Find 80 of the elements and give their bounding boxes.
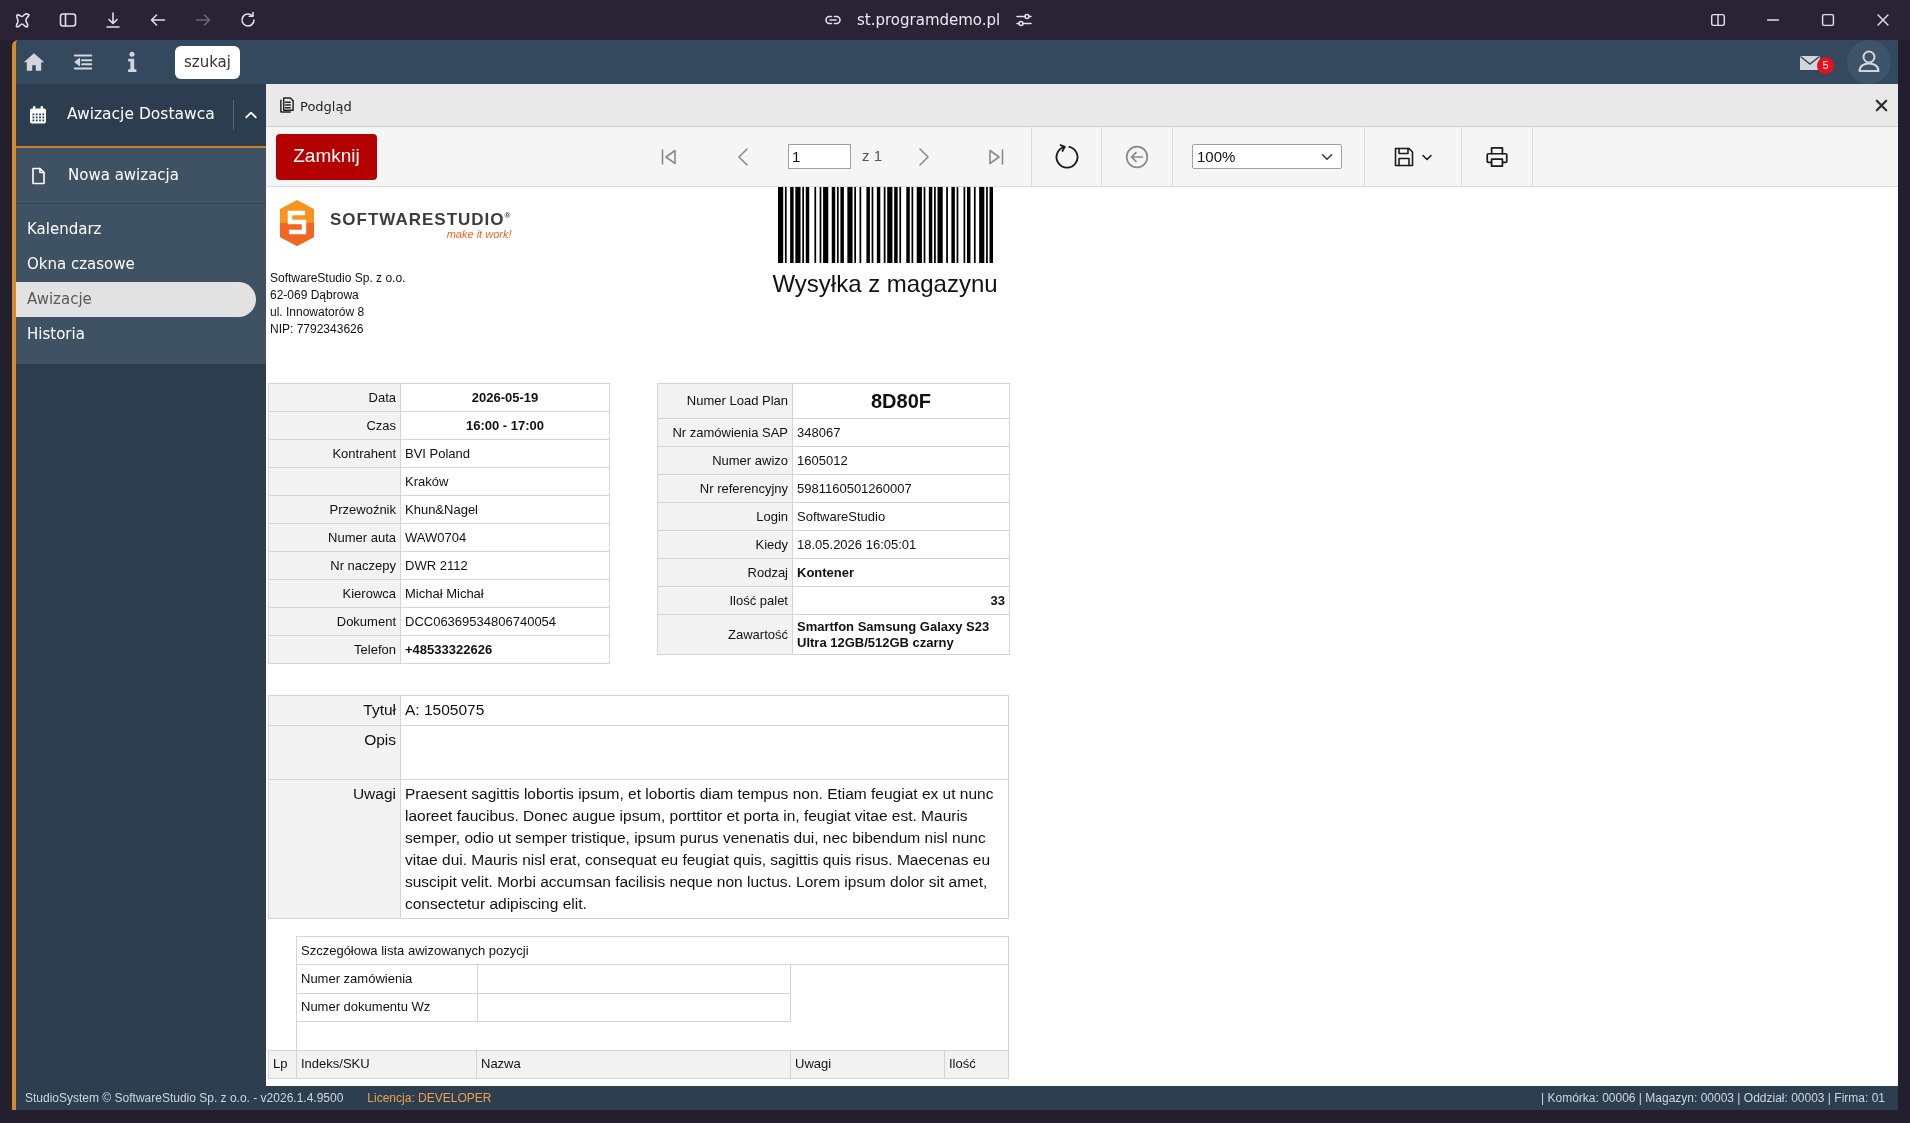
sidebar-item[interactable]: Historia xyxy=(16,317,256,352)
sidebar-item[interactable]: Okna czasowe xyxy=(16,247,256,282)
field-value: DCC06369534806740054 xyxy=(400,607,610,636)
close-icon[interactable] xyxy=(1874,97,1889,113)
address-line: SoftwareStudio Sp. z o.o. xyxy=(270,270,407,287)
calendar-icon xyxy=(28,105,48,125)
field-label: Numer zamówienia xyxy=(297,965,477,993)
field-value: Kraków xyxy=(400,467,610,496)
field-label: Numer auta xyxy=(268,523,401,552)
sidebar-item[interactable]: Kalendarz xyxy=(16,212,256,247)
field-label: Telefon xyxy=(268,635,401,664)
field-label: Opis xyxy=(268,725,401,780)
logo-tagline: make it work! xyxy=(445,228,512,242)
address-line: NIP: 7792343626 xyxy=(270,321,365,338)
section-title: Szczegółowa lista awizowanych pozycji xyxy=(297,937,1008,965)
field-value: Michał Michał xyxy=(400,579,610,608)
field-label: Kiedy xyxy=(657,530,793,559)
sidebar-toggle-icon[interactable] xyxy=(57,10,78,30)
field-label: Zawartość xyxy=(657,614,793,655)
field-label: Rodzaj xyxy=(657,558,793,587)
copyright-text: StudioSystem © SoftwareStudio Sp. z o.o. - v2026.1.4.9500 xyxy=(25,1090,344,1107)
field-value: DWR 2112 xyxy=(400,551,610,580)
field-label: Nr zamówienia SAP xyxy=(657,418,793,447)
field-label: Nr referencyjny xyxy=(657,474,793,503)
column-header: Ilość xyxy=(944,1050,1009,1078)
field-value: Khun&Nagel xyxy=(400,495,610,524)
close-button[interactable]: Zamknij xyxy=(276,133,377,180)
field-value: BVI Poland xyxy=(400,439,610,468)
pages-icon xyxy=(279,96,295,114)
field-value: A: 1505075 xyxy=(400,695,1009,726)
address-text[interactable]: st.programdemo.pl xyxy=(857,8,1001,32)
field-label: Uwagi xyxy=(268,779,401,919)
field-value: 18.05.2026 16:05:01 xyxy=(792,530,1010,559)
column-header: Uwagi xyxy=(790,1050,945,1078)
field-label: Dokument xyxy=(268,607,401,636)
field-value: 33 xyxy=(792,586,1010,615)
field-label: Czas xyxy=(268,411,401,440)
address-line: ul. Innowatorów 8 xyxy=(270,304,366,321)
document-title: Wysyłka z magazynu xyxy=(772,270,998,299)
field-label: Data xyxy=(268,383,401,412)
user-avatar-icon[interactable] xyxy=(1847,40,1891,84)
field-value: +48533322626 xyxy=(400,635,610,664)
notification-badge: 5 xyxy=(1817,57,1834,74)
field-value: 2026-05-19 xyxy=(400,383,610,412)
field-value: 8D80F xyxy=(792,383,1010,419)
field-value: Praesent sagittis lobortis ipsum, et lobortis diam tempus non. Etiam feugiat ex ut nunc laoreet faucibus. Donec augue ipsum, porttitor et porta in, feugiat vitae est. Mauris semper, odio ut semper tristique, ipsum purus venenatis dui, nec bibendum nisl nunc vitae dui. Mauris nisl erat, consequat eu feugiat quis, sagittis quis risus. Maecenas eu suscipit velit. Morbi accumsan facilisis neque non luctus. Lorem ipsum dolor sit amet, consectetur adipiscing elit. xyxy=(400,779,1009,919)
field-label: Tytuł xyxy=(268,695,401,726)
field-label: Numer awizo xyxy=(657,446,793,475)
field-value: SoftwareStudio xyxy=(792,502,1010,531)
field-label: Numer dokumentu Wz xyxy=(297,993,477,1021)
field-value: 5981160501260007 xyxy=(792,474,1010,503)
address-line: 62-069 Dąbrowa xyxy=(270,287,360,304)
field-value: Kontener xyxy=(792,558,1010,587)
field-value: WAW0704 xyxy=(400,523,610,552)
page-count: z 1 xyxy=(862,146,882,167)
field-label: Numer Load Plan xyxy=(657,383,793,419)
logo-text: SOFTWARESTUDIO$^{®}$ xyxy=(330,211,512,228)
zoom-select[interactable]: 100% xyxy=(1192,144,1342,169)
field-label: Przewoźnik xyxy=(268,495,401,524)
column-header: Lp xyxy=(268,1050,297,1078)
field-label: Kontrahent xyxy=(268,439,401,468)
module-title[interactable]: Awizacje Dostawca xyxy=(67,103,215,127)
location-info: | Komórka: 00006 | Magazyn: 00003 | Oddział: 00003 | Firma: 01 xyxy=(1541,1090,1885,1107)
column-header: Nazwa xyxy=(476,1050,791,1078)
split-view-icon[interactable] xyxy=(1708,11,1727,29)
field-value: 1605012 xyxy=(792,446,1010,475)
panel-title: Podgląd xyxy=(300,98,352,117)
logo-icon xyxy=(280,200,314,246)
field-value: Smartfon Samsung Galaxy S23 Ultra 12GB/512GB czarny xyxy=(792,614,1010,655)
field-value: 348067 xyxy=(792,418,1010,447)
field-label: Kierowca xyxy=(268,579,401,608)
search-button[interactable]: szukaj xyxy=(175,45,240,79)
license-text: Licencja: DEVELOPER xyxy=(367,1090,492,1107)
field-value: 16:00 - 17:00 xyxy=(400,411,610,440)
column-header: Indeks/SKU xyxy=(296,1050,477,1078)
field-label: Login xyxy=(657,502,793,531)
field-label: Nr naczepy xyxy=(268,551,401,580)
page-input[interactable]: 1 xyxy=(788,144,851,169)
sidebar-item[interactable]: Awizacje xyxy=(16,282,256,317)
field-label: Ilość palet xyxy=(657,586,793,615)
